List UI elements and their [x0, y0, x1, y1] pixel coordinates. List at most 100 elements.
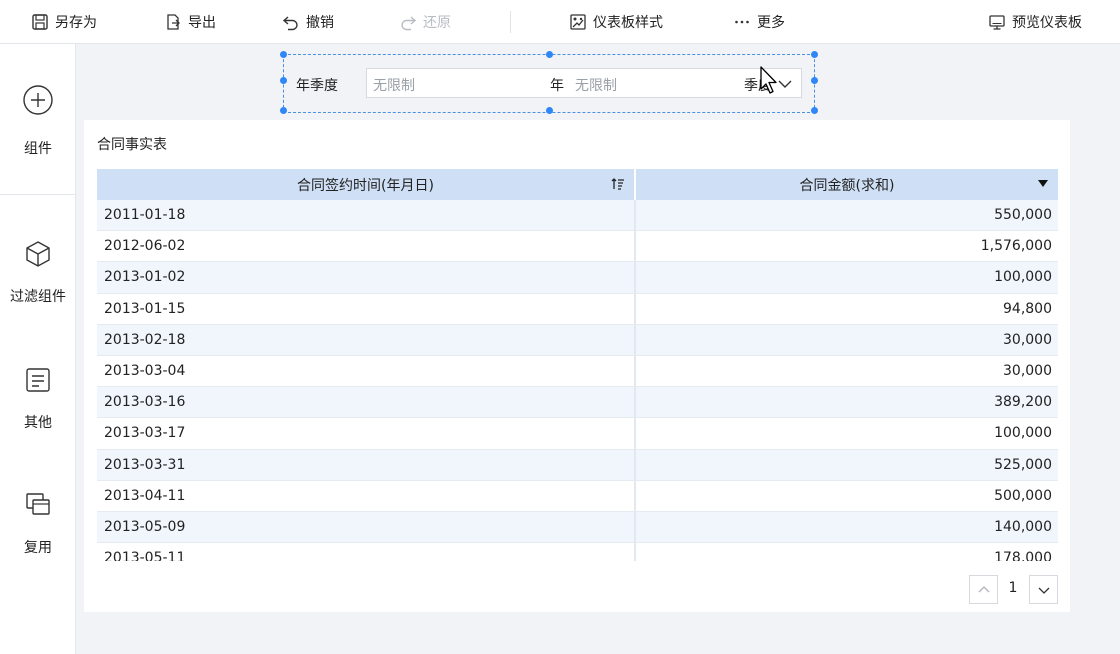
palette-icon [570, 14, 586, 30]
cell-amount: 1,576,000 [980, 238, 1052, 255]
plus-circle-icon [23, 85, 53, 115]
sidebar-item-filter-components[interactable]: 过滤组件 [0, 238, 76, 306]
column-header-label: 合同签约时间(年月日) [297, 177, 434, 194]
more-icon [735, 20, 749, 24]
resize-handle[interactable] [811, 77, 818, 84]
cell-sign-date: 2013-02-18 [97, 324, 636, 355]
resize-handle[interactable] [811, 51, 818, 58]
more-label: 更多 [757, 15, 785, 31]
cell-amount: 100,000 [994, 425, 1052, 442]
copy-window-icon [26, 493, 50, 515]
note-icon [26, 368, 50, 392]
cell-amount: 389,200 [994, 394, 1052, 411]
resize-handle[interactable] [280, 107, 287, 114]
column-header-label: 合同金额(求和) [799, 177, 895, 194]
table-row[interactable]: 2012-06-02 1,576,000 [97, 231, 1058, 263]
table-row[interactable]: 2013-05-11 178,000 [97, 543, 1058, 561]
cell-amount: 30,000 [1003, 331, 1052, 348]
data-table: 合同签约时间(年月日) 合同金额(求和) 2011-01-18 550,000 20… [97, 169, 1059, 561]
cell-amount: 178,000 [994, 550, 1052, 561]
cell-amount: 550,000 [994, 207, 1052, 224]
table-row[interactable]: 2013-01-15 94,800 [97, 293, 1058, 325]
sidebar-item-label: 组件 [24, 141, 52, 157]
cell-sign-date: 2012-06-02 [97, 231, 636, 262]
table-body: 2011-01-18 550,000 2012-06-02 1,576,000 2013… [97, 200, 1058, 561]
resize-handle[interactable] [811, 107, 818, 114]
preview-dashboard-button[interactable]: 预览仪表板 [988, 0, 1082, 44]
resize-handle[interactable] [546, 107, 553, 114]
table-row[interactable]: 2013-04-11 500,000 [97, 480, 1058, 512]
left-sidebar: 组件 过滤组件 其他 复用 [0, 44, 76, 654]
page-number: 1 [1008, 580, 1018, 596]
column-header-amount[interactable]: 合同金额(求和) [636, 169, 1058, 200]
sidebar-divider [0, 194, 76, 195]
chevron-up-icon [978, 585, 989, 592]
redo-icon [401, 16, 417, 31]
save-icon [32, 14, 48, 30]
sidebar-item-other[interactable]: 其他 [0, 364, 76, 432]
dashboard-style-button[interactable]: 仪表板样式 [569, 0, 663, 44]
table-row[interactable]: 2013-05-09 140,000 [97, 511, 1058, 544]
cell-sign-date: 2013-03-16 [97, 387, 636, 418]
quarter-placeholder: 无限制 [575, 78, 617, 94]
mouse-cursor-icon [760, 66, 777, 94]
cell-amount: 30,000 [1003, 363, 1052, 380]
sidebar-item-label: 复用 [24, 540, 52, 556]
sidebar-item-label: 其他 [24, 415, 52, 431]
table-row[interactable]: 2013-03-04 30,000 [97, 355, 1058, 388]
undo-icon [282, 16, 298, 31]
pager-prev-button[interactable] [969, 575, 998, 604]
table-row[interactable]: 2011-01-18 550,000 [97, 200, 1058, 232]
table-row[interactable]: 2013-01-02 100,000 [97, 262, 1058, 294]
preview-dashboard-label: 预览仪表板 [1012, 15, 1082, 31]
redo-label: 还原 [423, 15, 451, 31]
cell-amount: 500,000 [994, 487, 1052, 504]
top-toolbar: 另存为 导出 撤销 还原 仪表板样式 更多 预览仪表板 [0, 0, 1120, 44]
sidebar-item-reuse[interactable]: 复用 [0, 489, 76, 557]
cell-sign-date: 2013-04-11 [97, 480, 636, 511]
export-button[interactable]: 导出 [164, 0, 216, 44]
resize-handle[interactable] [280, 77, 287, 84]
table-row[interactable]: 2013-03-31 525,000 [97, 449, 1058, 481]
resize-handle[interactable] [546, 51, 553, 58]
chevron-down-icon[interactable] [777, 76, 793, 92]
table-header: 合同签约时间(年月日) 合同金额(求和) [97, 169, 1058, 200]
year-placeholder: 无限制 [373, 78, 415, 94]
cell-sign-date: 2013-03-17 [97, 418, 636, 449]
cell-sign-date: 2013-01-02 [97, 262, 636, 293]
filter-label: 年季度 [296, 78, 338, 94]
chevron-down-icon [1038, 587, 1049, 594]
undo-button[interactable]: 撤销 [282, 0, 334, 44]
cell-sign-date: 2013-03-04 [97, 355, 636, 387]
cell-amount: 94,800 [1003, 300, 1052, 317]
cell-sign-date: 2013-05-09 [97, 511, 636, 543]
cell-sign-date: 2011-01-18 [97, 200, 636, 231]
more-button[interactable]: 更多 [733, 0, 785, 44]
cell-sign-date: 2013-01-15 [97, 293, 636, 324]
pager-next-button[interactable] [1029, 575, 1058, 604]
export-label: 导出 [188, 15, 216, 31]
sort-icon[interactable] [610, 176, 626, 192]
resize-handle[interactable] [280, 51, 287, 58]
monitor-icon [989, 15, 1005, 30]
contract-fact-table-panel: 合同事实表 合同签约时间(年月日) 合同金额(求和) 2011-01-18 550… [84, 120, 1070, 612]
cell-amount: 140,000 [994, 518, 1052, 535]
table-row[interactable]: 2013-03-17 100,000 [97, 418, 1058, 450]
cell-sign-date: 2013-05-11 [97, 543, 636, 561]
dashboard-style-label: 仪表板样式 [593, 15, 663, 31]
undo-label: 撤销 [306, 15, 334, 31]
table-row[interactable]: 2013-02-18 30,000 [97, 324, 1058, 356]
cell-sign-date: 2013-03-31 [97, 449, 636, 480]
column-header-sign-date[interactable]: 合同签约时间(年月日) [97, 169, 636, 200]
table-row[interactable]: 2013-03-16 389,200 [97, 387, 1058, 419]
sidebar-item-components[interactable]: 组件 [0, 84, 76, 158]
panel-title: 合同事实表 [97, 137, 167, 153]
save-as-button[interactable]: 另存为 [31, 0, 97, 44]
export-icon [167, 14, 180, 30]
redo-button[interactable]: 还原 [399, 0, 451, 44]
cell-amount: 100,000 [994, 269, 1052, 286]
year-quarter-filter-widget[interactable]: 年季度 无限制 年 无限制 季度 [280, 51, 818, 114]
toolbar-divider [510, 11, 511, 33]
year-quarter-select[interactable]: 无限制 年 无限制 季度 [366, 68, 802, 98]
caret-down-icon[interactable] [1038, 179, 1048, 189]
